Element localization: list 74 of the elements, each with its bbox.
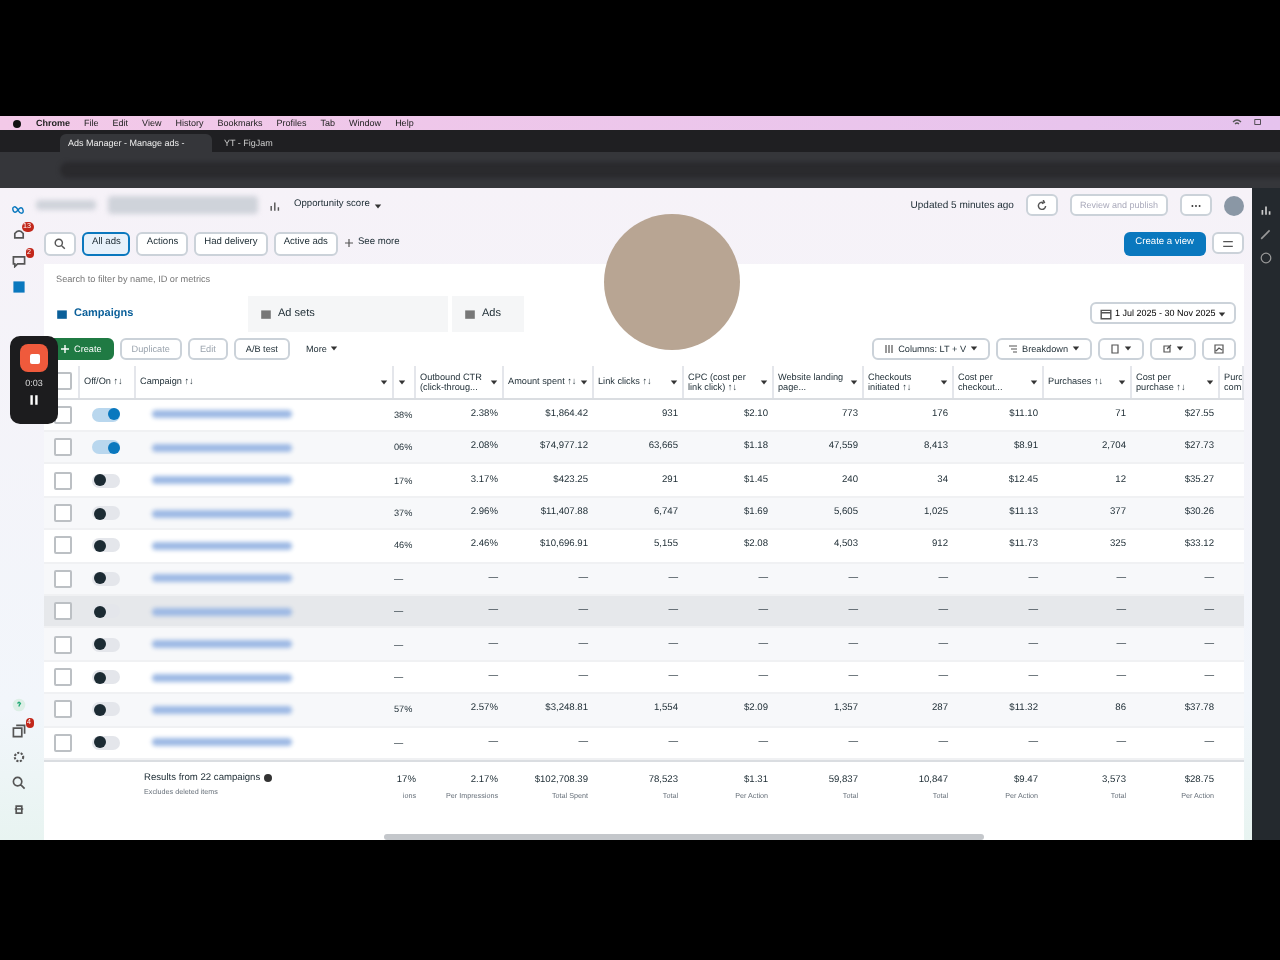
- blurred-campaign-name: [152, 705, 292, 714]
- battery-icon: [1252, 118, 1264, 126]
- row-checkbox[interactable]: [54, 438, 72, 457]
- chart-icon: [1214, 343, 1224, 354]
- wifi-icon: [1232, 118, 1242, 128]
- row-checkbox[interactable]: [54, 569, 72, 588]
- row-checkbox[interactable]: [54, 733, 72, 752]
- blurred-campaign-name: [152, 574, 292, 583]
- blurred-campaign-name: [152, 673, 292, 681]
- caret-icon: [373, 201, 382, 210]
- folder-icon: [56, 307, 68, 320]
- apple-icon: [12, 118, 22, 128]
- toggle-switch[interactable]: [92, 571, 120, 586]
- refresh-icon: [1035, 199, 1048, 212]
- plus-icon: [60, 343, 70, 354]
- breakdown-icon: [1008, 343, 1019, 354]
- row-checkbox[interactable]: [54, 668, 72, 686]
- export-icon: [1162, 343, 1172, 354]
- toggle-switch[interactable]: [92, 473, 120, 488]
- sliders-icon: [1222, 237, 1234, 250]
- row-checkbox[interactable]: [54, 471, 72, 490]
- row-checkbox[interactable]: [54, 635, 72, 654]
- toggle-switch[interactable]: [92, 637, 120, 652]
- blurred-campaign-name: [152, 640, 292, 649]
- refresh-button[interactable]: [1025, 194, 1058, 217]
- calendar-icon: [1100, 307, 1113, 320]
- row-checkbox[interactable]: [54, 536, 72, 555]
- toggle-switch[interactable]: [92, 407, 120, 422]
- folder-icon: [260, 307, 272, 320]
- row-checkbox[interactable]: [54, 700, 72, 719]
- plus-icon: [343, 238, 354, 249]
- toggle-switch[interactable]: [92, 702, 120, 717]
- infinity-logo-icon: [8, 204, 28, 216]
- column-header[interactable]: [394, 365, 416, 398]
- blurred-campaign-name: [152, 476, 292, 485]
- grid-icon: [11, 280, 25, 294]
- pencil-icon: [1260, 228, 1272, 240]
- toggle-switch[interactable]: [92, 538, 120, 553]
- chart-icon: [1260, 204, 1272, 216]
- reports-button[interactable]: [1098, 337, 1144, 360]
- chart-button[interactable]: [1202, 337, 1236, 360]
- toggle-switch[interactable]: [92, 440, 120, 455]
- settings-button[interactable]: [1212, 232, 1244, 255]
- clock-icon: [1260, 252, 1272, 264]
- help-icon: [11, 698, 25, 712]
- blurred-campaign-name: [152, 443, 292, 452]
- blurred-campaign-name: [152, 410, 292, 419]
- blurred-campaign-name: [152, 541, 292, 550]
- stack-icon: [11, 724, 25, 738]
- folder-icon: [464, 307, 476, 320]
- toggle-switch[interactable]: [92, 670, 120, 684]
- bell-icon: [11, 228, 25, 242]
- chat-icon: [11, 254, 25, 268]
- search-button[interactable]: [44, 231, 76, 256]
- search-icon: [54, 237, 66, 250]
- row-checkbox[interactable]: [54, 504, 72, 523]
- more-options-button[interactable]: [1180, 194, 1212, 217]
- export-button[interactable]: [1150, 337, 1196, 360]
- row-checkbox[interactable]: [54, 602, 72, 621]
- blurred-campaign-name: [152, 509, 292, 518]
- blurred-breadcrumb: [36, 200, 96, 211]
- toggle-switch[interactable]: [92, 735, 120, 750]
- search-icon: [11, 776, 25, 790]
- caret-icon: [970, 344, 979, 353]
- document-icon: [1110, 343, 1120, 354]
- blurred-campaign-name: [152, 607, 292, 616]
- chart-icon: [270, 199, 282, 212]
- pause-icon: [28, 394, 40, 406]
- caret-icon: [330, 344, 339, 353]
- columns-icon: [884, 343, 895, 354]
- blurred-campaign-name: [152, 738, 292, 747]
- avatar[interactable]: [1224, 195, 1244, 216]
- toggle-switch[interactable]: [92, 506, 120, 521]
- stop-recording-button[interactable]: [20, 344, 48, 372]
